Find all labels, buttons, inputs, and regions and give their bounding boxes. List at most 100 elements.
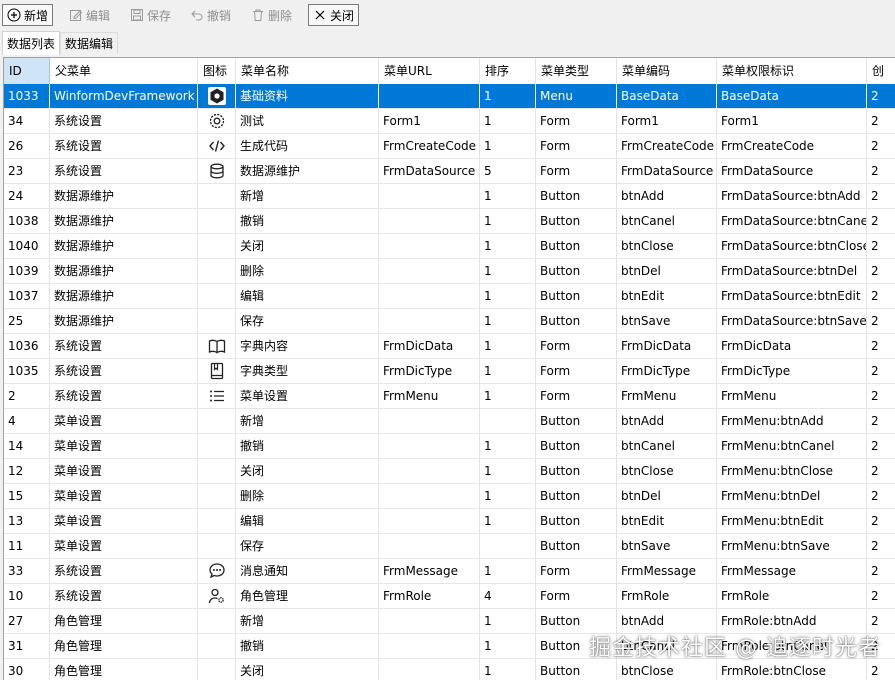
cell-menu-url[interactable] bbox=[379, 309, 480, 333]
cell-icon[interactable] bbox=[198, 384, 236, 408]
cell-menu-url[interactable] bbox=[379, 659, 480, 680]
cell-menu-type[interactable]: Button bbox=[536, 309, 617, 333]
cell-permission[interactable]: FrmDataSource:btnDel bbox=[717, 259, 867, 283]
cell-menu-url[interactable]: FrmDicData bbox=[379, 334, 480, 358]
cell-id[interactable]: 1036 bbox=[4, 334, 50, 358]
cell-icon[interactable] bbox=[198, 84, 236, 108]
cell-permission[interactable]: FrmDataSource:btnClose bbox=[717, 234, 867, 258]
cell-menu-type[interactable]: Button bbox=[536, 284, 617, 308]
cell-sort[interactable]: 1 bbox=[480, 259, 536, 283]
cell-created[interactable]: 2 bbox=[867, 559, 895, 583]
cell-menu-type[interactable]: Form bbox=[536, 134, 617, 158]
cell-created[interactable]: 2 bbox=[867, 484, 895, 508]
cell-sort[interactable]: 1 bbox=[480, 359, 536, 383]
table-row-selected[interactable]: 1033 WinformDevFramework 基础资料 1 Menu BaseData… bbox=[4, 84, 895, 109]
cell-permission[interactable]: FrmMenu:btnClose bbox=[717, 459, 867, 483]
cell-sort[interactable]: 1 bbox=[480, 134, 536, 158]
cell-menu-code[interactable]: Form1 bbox=[617, 109, 717, 133]
tab-data-list[interactable]: 数据列表 bbox=[2, 31, 61, 55]
cell-menu-name[interactable]: 字典内容 bbox=[236, 334, 379, 358]
cell-icon[interactable] bbox=[198, 309, 236, 333]
cell-created[interactable]: 2 bbox=[867, 534, 895, 558]
cell-sort[interactable]: 1 bbox=[480, 459, 536, 483]
cell-id[interactable]: 14 bbox=[4, 434, 50, 458]
cell-menu-url[interactable] bbox=[379, 209, 480, 233]
cell-permission[interactable]: FrmDataSource bbox=[717, 159, 867, 183]
cell-menu-code[interactable]: btnEdit bbox=[617, 509, 717, 533]
cell-icon[interactable] bbox=[198, 409, 236, 433]
cell-menu-name[interactable]: 撤销 bbox=[236, 209, 379, 233]
header-col-icon[interactable]: 图标 bbox=[198, 58, 236, 84]
cell-permission[interactable]: FrmMenu:btnSave bbox=[717, 534, 867, 558]
cell-menu-code[interactable]: btnSave bbox=[617, 309, 717, 333]
tab-data-edit[interactable]: 数据编辑 bbox=[60, 32, 119, 54]
cell-id[interactable]: 15 bbox=[4, 484, 50, 508]
cell-permission[interactable]: FrmRole bbox=[717, 584, 867, 608]
table-row[interactable]: 33 系统设置 消息通知 FrmMessage 1 Form FrmMessage FrmMe… bbox=[4, 559, 895, 584]
cell-permission[interactable]: FrmMenu:btnEdit bbox=[717, 509, 867, 533]
cell-menu-code[interactable]: FrmMessage bbox=[617, 559, 717, 583]
cell-parent-menu[interactable]: 数据源维护 bbox=[50, 309, 198, 333]
cell-menu-url[interactable]: FrmMenu bbox=[379, 384, 480, 408]
cell-id[interactable]: 1038 bbox=[4, 209, 50, 233]
cell-created[interactable]: 2 bbox=[867, 459, 895, 483]
cell-menu-name[interactable]: 删除 bbox=[236, 259, 379, 283]
cell-menu-type[interactable]: Button bbox=[536, 209, 617, 233]
cell-parent-menu[interactable]: 数据源维护 bbox=[50, 209, 198, 233]
cell-sort[interactable]: 1 bbox=[480, 384, 536, 408]
cell-id[interactable]: 26 bbox=[4, 134, 50, 158]
cell-created[interactable]: 2 bbox=[867, 234, 895, 258]
cell-menu-url[interactable] bbox=[379, 234, 480, 258]
table-row[interactable]: 34 系统设置 测试 Form1 1 Form Form1 Form1 2 bbox=[4, 109, 895, 134]
data-grid[interactable]: ID 父菜单 图标 菜单名称 菜单URL 排序 菜单类型 菜单编码 菜单权限标识创 1033 Wi… bbox=[3, 57, 895, 680]
cell-parent-menu[interactable]: 系统设置 bbox=[50, 159, 198, 183]
cell-permission[interactable]: FrmMenu:btnCanel bbox=[717, 434, 867, 458]
cell-menu-type[interactable]: Form bbox=[536, 359, 617, 383]
cell-menu-type[interactable]: Form bbox=[536, 584, 617, 608]
cell-menu-type[interactable]: Form bbox=[536, 384, 617, 408]
header-col-id[interactable]: ID bbox=[4, 58, 50, 84]
cell-created[interactable]: 2 bbox=[867, 384, 895, 408]
cell-menu-code[interactable]: btnEdit bbox=[617, 284, 717, 308]
cell-created[interactable]: 2 bbox=[867, 359, 895, 383]
cell-menu-url[interactable] bbox=[379, 284, 480, 308]
cell-id[interactable]: 1037 bbox=[4, 284, 50, 308]
cell-menu-type[interactable]: Button bbox=[536, 509, 617, 533]
cell-menu-code[interactable]: btnClose bbox=[617, 234, 717, 258]
table-row[interactable]: 13 菜单设置 编辑 1 Button btnEdit FrmMenu:btnEdit 2 bbox=[4, 509, 895, 534]
cell-sort[interactable]: 4 bbox=[480, 584, 536, 608]
cell-sort[interactable]: 5 bbox=[480, 159, 536, 183]
table-row[interactable]: 4 菜单设置 新增 Button btnAdd FrmMenu:btnAdd 2 bbox=[4, 409, 895, 434]
cell-sort[interactable]: 1 bbox=[480, 209, 536, 233]
cell-parent-menu[interactable]: 系统设置 bbox=[50, 584, 198, 608]
cell-menu-name[interactable]: 新增 bbox=[236, 184, 379, 208]
cell-menu-name[interactable]: 撤销 bbox=[236, 634, 379, 658]
cell-icon[interactable] bbox=[198, 209, 236, 233]
cell-permission[interactable]: FrmRole:btnClose bbox=[717, 659, 867, 680]
cell-parent-menu[interactable]: 数据源维护 bbox=[50, 284, 198, 308]
cell-icon[interactable] bbox=[198, 659, 236, 680]
cell-created[interactable]: 2 bbox=[867, 209, 895, 233]
cell-permission[interactable]: FrmDataSource:btnCanel bbox=[717, 209, 867, 233]
cell-icon[interactable] bbox=[198, 159, 236, 183]
cell-created[interactable]: 2 bbox=[867, 109, 895, 133]
cell-menu-code[interactable]: BaseData bbox=[617, 84, 717, 108]
cell-menu-name[interactable]: 数据源维护 bbox=[236, 159, 379, 183]
cell-menu-name[interactable]: 消息通知 bbox=[236, 559, 379, 583]
cell-sort[interactable]: 1 bbox=[480, 634, 536, 658]
cell-menu-name[interactable]: 角色管理 bbox=[236, 584, 379, 608]
table-row[interactable]: 15 菜单设置 删除 1 Button btnDel FrmMenu:btnDel 2 bbox=[4, 484, 895, 509]
cell-parent-menu[interactable]: 菜单设置 bbox=[50, 459, 198, 483]
header-col-parent-menu[interactable]: 父菜单 bbox=[50, 58, 198, 84]
cell-sort[interactable]: 1 bbox=[480, 234, 536, 258]
cell-id[interactable]: 1035 bbox=[4, 359, 50, 383]
table-row[interactable]: 23 系统设置 数据源维护 FrmDataSource 5 Form FrmDataSour… bbox=[4, 159, 895, 184]
cell-menu-type[interactable]: Form bbox=[536, 559, 617, 583]
cell-menu-name[interactable]: 关闭 bbox=[236, 659, 379, 680]
cell-sort[interactable]: 1 bbox=[480, 434, 536, 458]
cell-menu-url[interactable] bbox=[379, 484, 480, 508]
cell-menu-name[interactable]: 字典类型 bbox=[236, 359, 379, 383]
cell-menu-code[interactable]: FrmCreateCode bbox=[617, 134, 717, 158]
edit-button[interactable]: 编辑 bbox=[64, 4, 115, 26]
cell-menu-name[interactable]: 删除 bbox=[236, 484, 379, 508]
